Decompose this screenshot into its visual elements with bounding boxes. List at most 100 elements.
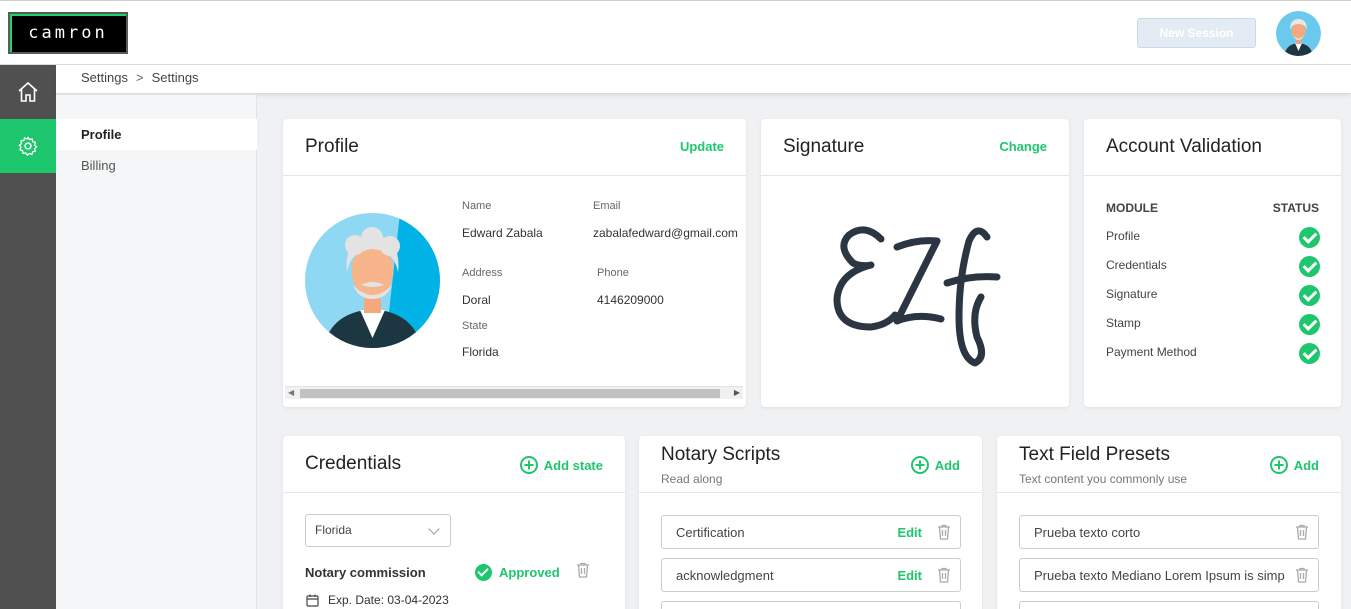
settings-subnav: Profile Billing <box>56 95 257 609</box>
module-name: Credentials <box>1106 258 1167 272</box>
add-label: Add <box>1293 457 1319 473</box>
trash-icon[interactable] <box>937 524 951 540</box>
validation-row: Payment Method <box>1106 343 1320 372</box>
card-title: Text Field Presets <box>1019 444 1170 465</box>
sidebar-settings[interactable] <box>0 119 56 173</box>
validation-row: Stamp <box>1106 314 1320 343</box>
plus-circle-icon <box>519 456 538 474</box>
status-column-header: STATUS <box>1272 201 1319 215</box>
add-state-button[interactable]: Add state <box>519 456 603 474</box>
gear-icon <box>18 136 38 156</box>
list-item[interactable]: Certification Edit <box>661 515 961 549</box>
chevron-down-icon <box>428 523 440 535</box>
card-title: Account Validation <box>1106 136 1262 157</box>
email-value: zabalafedward@gmail.com <box>593 226 738 240</box>
subnav-item-billing[interactable]: Billing <box>56 150 257 181</box>
phone-label: Phone <box>597 267 629 279</box>
user-avatar[interactable] <box>1276 11 1321 56</box>
module-column-header: MODULE <box>1106 201 1158 215</box>
address-label: Address <box>462 267 503 279</box>
card-header: Text Field Presets Text content you comm… <box>997 436 1341 493</box>
name-label: Name <box>462 200 492 212</box>
check-circle-icon <box>475 564 492 581</box>
script-name: Certification <box>676 525 745 540</box>
expiration-date: Exp. Date: 03-04-2023 <box>328 593 449 607</box>
calendar-icon <box>306 594 319 607</box>
add-label: Add <box>934 457 960 473</box>
phone-value: 4146209000 <box>597 293 664 307</box>
card-title: Profile <box>305 136 359 157</box>
check-circle-icon <box>1299 285 1320 306</box>
top-bar: camron New Session <box>0 0 1351 65</box>
check-circle-icon <box>1299 227 1320 248</box>
card-header: Profile Update <box>283 119 746 176</box>
trash-icon[interactable] <box>1295 567 1309 583</box>
add-state-label: Add state <box>543 457 603 473</box>
account-validation-card: Account Validation MODULE STATUS Profile… <box>1084 119 1341 407</box>
list-item[interactable] <box>1019 601 1319 609</box>
approved-label: Approved <box>499 565 560 580</box>
module-name: Profile <box>1106 229 1141 243</box>
plus-circle-icon <box>1269 456 1288 474</box>
signature-image <box>833 226 1001 367</box>
list-item[interactable] <box>661 601 961 609</box>
edit-button[interactable]: Edit <box>897 568 922 583</box>
notary-commission-label: Notary commission <box>305 565 426 580</box>
preset-text: Prueba texto Mediano Lorem Ipsum is simp <box>1034 568 1285 583</box>
breadcrumb: Settings > Settings <box>56 65 1351 94</box>
trash-icon[interactable] <box>1295 524 1309 540</box>
breadcrumb-item[interactable]: Settings <box>81 70 128 85</box>
add-script-button[interactable]: Add <box>910 456 960 474</box>
scroll-right-arrow-icon[interactable]: ▶ <box>734 388 740 397</box>
logo-text: camron <box>28 23 108 43</box>
breadcrumb-item: Settings <box>151 70 199 85</box>
script-name: acknowledgment <box>676 568 774 583</box>
edit-button[interactable]: Edit <box>897 525 922 540</box>
module-name: Stamp <box>1106 316 1141 330</box>
camron-logo[interactable]: camron <box>8 12 128 54</box>
home-icon <box>18 81 38 102</box>
card-header: Notary Scripts Read along Add <box>639 436 982 493</box>
card-header: Credentials Add state <box>283 436 625 493</box>
trash-icon[interactable] <box>576 562 590 578</box>
trash-icon[interactable] <box>937 567 951 583</box>
avatar-illustration <box>1276 11 1321 56</box>
check-circle-icon <box>1299 343 1320 364</box>
validation-row: Profile <box>1106 227 1320 256</box>
horizontal-scrollbar[interactable]: ◀ ▶ <box>285 386 743 399</box>
name-value: Edward Zabala <box>462 226 543 240</box>
list-item[interactable]: Prueba texto corto <box>1019 515 1319 549</box>
scrollbar-thumb[interactable] <box>300 389 720 398</box>
card-title: Signature <box>783 136 865 157</box>
address-value: Doral <box>462 293 491 307</box>
check-circle-icon <box>1299 256 1320 277</box>
new-session-button[interactable]: New Session <box>1137 18 1256 48</box>
add-preset-button[interactable]: Add <box>1269 456 1319 474</box>
card-title: Notary Scripts <box>661 444 781 465</box>
update-button[interactable]: Update <box>680 139 724 154</box>
card-header: Signature Change <box>761 119 1069 176</box>
scroll-left-arrow-icon[interactable]: ◀ <box>288 388 294 397</box>
state-select-value: Florida <box>315 523 352 537</box>
card-title: Credentials <box>305 453 402 474</box>
sidebar-home[interactable] <box>0 65 56 119</box>
preset-text: Prueba texto corto <box>1034 525 1141 540</box>
check-circle-icon <box>1299 314 1320 335</box>
list-item[interactable]: Prueba texto Mediano Lorem Ipsum is simp <box>1019 558 1319 592</box>
module-name: Signature <box>1106 287 1158 301</box>
subnav-item-profile[interactable]: Profile <box>56 119 257 150</box>
notary-scripts-card: Notary Scripts Read along Add Certificat… <box>639 436 982 609</box>
card-subtitle: Text content you commonly use <box>1019 472 1188 486</box>
state-select[interactable]: Florida <box>305 514 451 547</box>
validation-row: Signature <box>1106 285 1320 314</box>
credentials-card: Credentials Add state Florida Notary com… <box>283 436 625 609</box>
plus-circle-icon <box>910 456 929 474</box>
state-label: State <box>462 320 488 332</box>
email-label: Email <box>593 200 621 212</box>
approved-status-badge: Approved <box>475 564 560 581</box>
validation-row: Credentials <box>1106 256 1320 285</box>
state-value: Florida <box>462 345 499 359</box>
card-header: Account Validation <box>1084 119 1341 176</box>
change-button[interactable]: Change <box>999 139 1047 154</box>
list-item[interactable]: acknowledgment Edit <box>661 558 961 592</box>
